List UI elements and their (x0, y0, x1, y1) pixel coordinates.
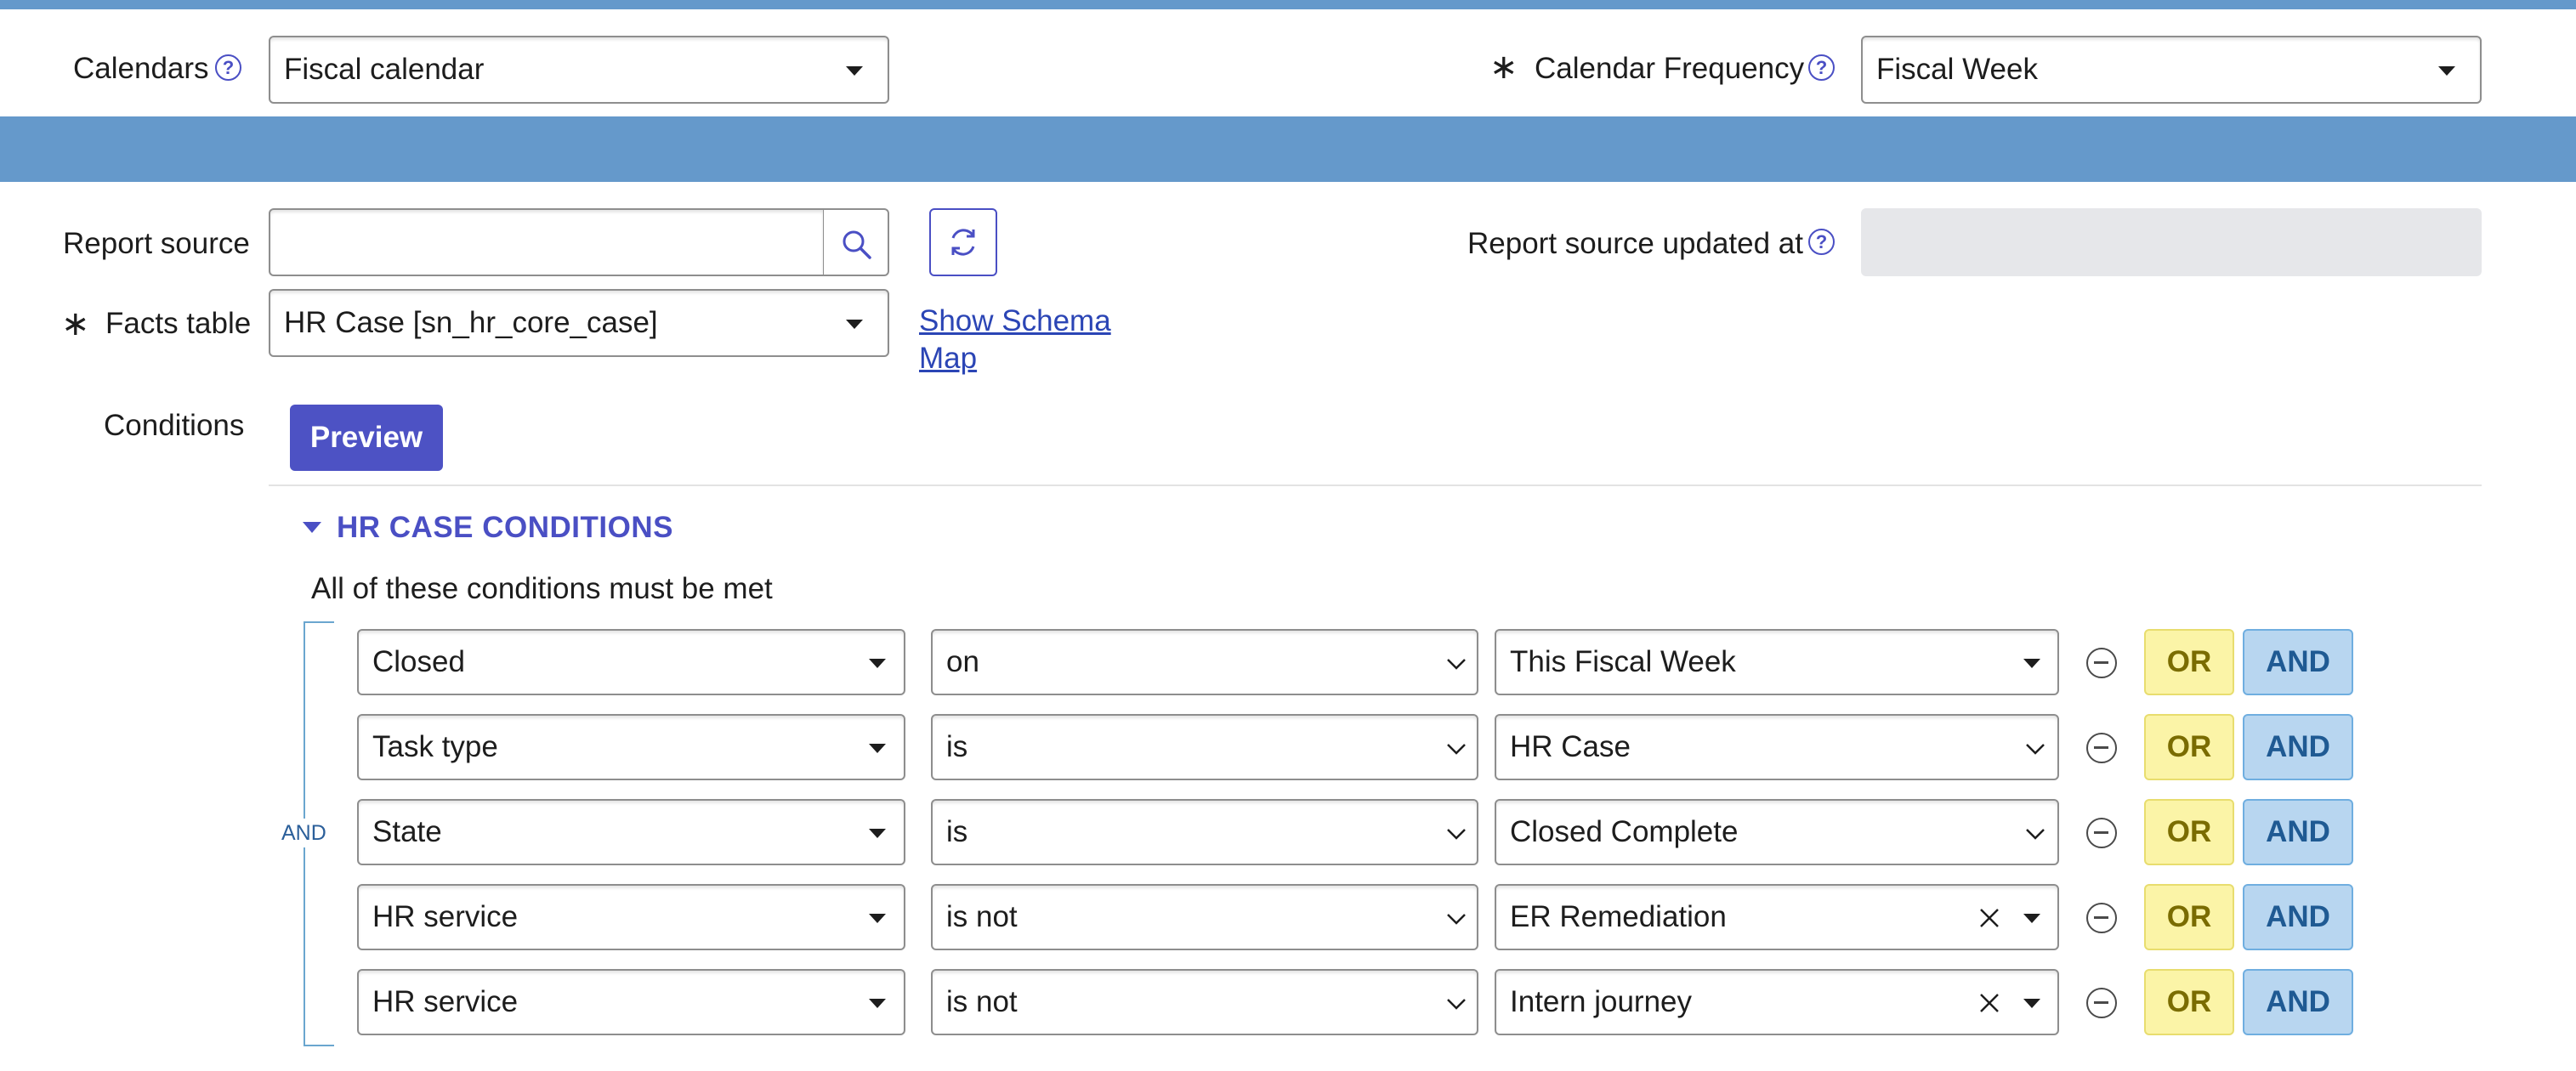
section-header-band (0, 116, 2576, 182)
condition-field-value: HR service (372, 985, 519, 1018)
condition-operator-value: is (946, 730, 968, 763)
condition-operator-value: is (946, 815, 968, 848)
triangle-down-icon[interactable] (303, 522, 321, 533)
facts-table-select[interactable]: HR Case [sn_hr_core_case] (269, 289, 889, 357)
question-circle-icon[interactable]: ? (1808, 54, 1835, 81)
divider (269, 484, 2482, 486)
report-source-label: Report source (63, 227, 250, 260)
search-button[interactable] (823, 208, 889, 276)
close-icon[interactable] (1977, 991, 2001, 1015)
and-group-label: AND (281, 821, 326, 845)
caret-down-icon (869, 999, 886, 1008)
and-button[interactable]: AND (2243, 969, 2353, 1035)
condition-field-value: HR service (372, 900, 519, 933)
condition-value: This Fiscal Week (1510, 645, 1736, 678)
condition-field-select[interactable]: Task type (357, 714, 905, 780)
or-button[interactable]: OR (2144, 799, 2234, 865)
caret-down-icon (846, 66, 863, 76)
or-button[interactable]: OR (2144, 969, 2234, 1035)
chevron-down-icon (1447, 829, 1466, 840)
caret-down-icon (869, 914, 886, 923)
condition-operator-value: on (946, 645, 979, 678)
question-circle-icon[interactable]: ? (1808, 229, 1835, 255)
chevron-down-icon (2026, 829, 2045, 840)
condition-operator-select[interactable]: is (931, 799, 1478, 865)
caret-down-icon (846, 320, 863, 329)
condition-value-select[interactable]: ER Remediation (1495, 884, 2059, 950)
or-button[interactable]: OR (2144, 629, 2234, 695)
condition-value: ER Remediation (1510, 900, 1727, 933)
report-source-updated-label: Report source updated at (1467, 227, 1803, 260)
report-source-input[interactable] (269, 208, 825, 276)
minus-circle-icon[interactable] (2086, 818, 2117, 848)
conditions-label: Conditions (104, 409, 245, 442)
and-button[interactable]: AND (2243, 799, 2353, 865)
caret-down-icon (2023, 659, 2040, 668)
condition-field-select[interactable]: HR service (357, 969, 905, 1035)
caret-down-icon (869, 744, 886, 753)
minus-circle-icon[interactable] (2086, 988, 2117, 1018)
chevron-down-icon (1447, 914, 1466, 925)
caret-down-icon (2438, 66, 2455, 76)
and-button[interactable]: AND (2243, 714, 2353, 780)
condition-value-select[interactable]: This Fiscal Week (1495, 629, 2059, 695)
facts-table-label: Facts table (105, 307, 252, 340)
close-icon[interactable] (1977, 906, 2001, 930)
refresh-button[interactable] (929, 208, 997, 276)
condition-field-select[interactable]: Closed (357, 629, 905, 695)
refresh-icon (951, 229, 975, 256)
condition-operator-select[interactable]: on (931, 629, 1478, 695)
calendars-value: Fiscal calendar (284, 53, 485, 86)
calendars-select[interactable]: Fiscal calendar (269, 36, 889, 104)
search-icon (843, 230, 871, 259)
chevron-down-icon (1447, 999, 1466, 1010)
minus-circle-icon[interactable] (2086, 648, 2117, 678)
top-header-strip (0, 0, 2576, 9)
caret-down-icon[interactable] (2023, 914, 2040, 923)
and-button[interactable]: AND (2243, 629, 2353, 695)
caret-down-icon (869, 659, 886, 668)
caret-down-icon[interactable] (2023, 999, 2040, 1008)
condition-value: Intern journey (1510, 985, 1693, 1018)
condition-field-select[interactable]: HR service (357, 884, 905, 950)
caret-down-icon (869, 829, 886, 838)
calendar-frequency-value: Fiscal Week (1876, 53, 2038, 86)
minus-circle-icon[interactable] (2086, 733, 2117, 763)
or-button[interactable]: OR (2144, 884, 2234, 950)
chevron-down-icon (1447, 659, 1466, 670)
condition-operator-select[interactable]: is not (931, 884, 1478, 950)
hr-case-conditions-title[interactable]: HR CASE CONDITIONS (337, 510, 673, 546)
condition-value-select[interactable]: Intern journey (1495, 969, 2059, 1035)
condition-value-select[interactable]: HR Case (1495, 714, 2059, 780)
conditions-note: All of these conditions must be met (311, 572, 773, 605)
condition-operator-select[interactable]: is not (931, 969, 1478, 1035)
condition-value-select[interactable]: Closed Complete (1495, 799, 2059, 865)
condition-operator-value: is not (946, 985, 1018, 1018)
condition-field-value: Task type (372, 730, 498, 763)
and-button[interactable]: AND (2243, 884, 2353, 950)
condition-value: HR Case (1510, 730, 1631, 763)
minus-circle-icon[interactable] (2086, 903, 2117, 933)
calendar-frequency-select[interactable]: Fiscal Week (1861, 36, 2482, 104)
condition-value: Closed Complete (1510, 815, 1739, 848)
required-marker: ∗ (1489, 48, 1518, 86)
condition-operator-select[interactable]: is (931, 714, 1478, 780)
report-source-updated-field (1861, 208, 2482, 276)
required-marker: ∗ (61, 305, 90, 343)
calendar-frequency-label: Calendar Frequency (1535, 52, 1805, 85)
or-button[interactable]: OR (2144, 714, 2234, 780)
preview-button[interactable]: Preview (290, 405, 443, 471)
condition-operator-value: is not (946, 900, 1018, 933)
condition-field-select[interactable]: State (357, 799, 905, 865)
condition-field-value: Closed (372, 645, 465, 678)
show-schema-map-link[interactable]: Show Schema Map (919, 303, 1111, 377)
chevron-down-icon (2026, 744, 2045, 755)
condition-field-value: State (372, 815, 442, 848)
chevron-down-icon (1447, 744, 1466, 755)
calendars-label: Calendars (73, 52, 209, 85)
question-circle-icon[interactable]: ? (215, 54, 241, 81)
facts-table-value: HR Case [sn_hr_core_case] (284, 306, 658, 339)
